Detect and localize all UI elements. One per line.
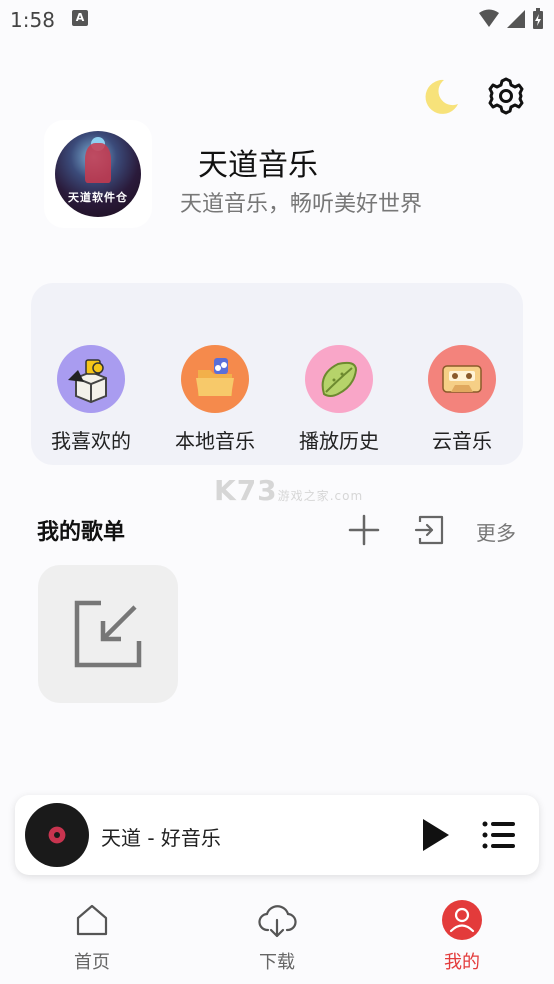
- status-time: 1:58: [10, 8, 55, 32]
- bottom-nav: 首页 下载 我的: [0, 892, 554, 984]
- moon-icon: [425, 79, 458, 114]
- import-playlist-button[interactable]: [412, 512, 448, 548]
- quick-label-cloud-music: 云音乐: [432, 429, 492, 453]
- local-folder-icon: [181, 345, 249, 413]
- play-button[interactable]: [415, 815, 455, 855]
- import-playlist-tile[interactable]: [38, 565, 178, 703]
- nav-label-home: 首页: [74, 952, 110, 973]
- nav-home[interactable]: 首页: [52, 900, 132, 974]
- cassette-icon: [428, 345, 496, 413]
- app-subtitle: 天道音乐，畅听美好世界: [180, 192, 423, 217]
- list-icon: [482, 821, 515, 849]
- plus-icon: [348, 514, 380, 546]
- cloud-download-icon: [257, 900, 297, 940]
- nav-download[interactable]: 下载: [237, 900, 317, 974]
- mini-player[interactable]: 天道 - 好音乐: [15, 795, 539, 875]
- album-disc: [25, 803, 89, 867]
- signal-icon: [507, 10, 525, 28]
- dark-mode-toggle[interactable]: [418, 74, 462, 118]
- avatar-figure-body: [85, 143, 111, 183]
- watermark-sub: 游戏之家: [277, 489, 330, 503]
- app-title: 天道音乐: [198, 148, 318, 183]
- notification-icon: A: [72, 10, 88, 26]
- favorite-box-icon: [57, 345, 125, 413]
- quick-item-history[interactable]: 播放历史: [284, 345, 394, 454]
- quick-item-cloud-music[interactable]: 云音乐: [407, 345, 517, 454]
- home-icon: [72, 900, 112, 940]
- quick-label-history: 播放历史: [299, 429, 379, 453]
- status-bar: 1:58 A: [0, 0, 554, 40]
- avatar-logo-text: 天道软件仓: [68, 191, 128, 204]
- watermark-domain: .com: [329, 489, 364, 503]
- quick-item-favorites[interactable]: 我喜欢的: [36, 345, 146, 454]
- import-arrow-icon: [74, 600, 142, 668]
- add-playlist-button[interactable]: [346, 512, 382, 548]
- settings-button[interactable]: [484, 74, 528, 118]
- play-icon: [423, 819, 449, 851]
- watermark-main: K73: [214, 474, 278, 507]
- watermark: K73游戏之家.com: [214, 474, 363, 507]
- profile-icon: [442, 900, 482, 940]
- gear-icon: [488, 77, 524, 115]
- nav-me[interactable]: 我的: [422, 900, 502, 974]
- playlists-title: 我的歌单: [37, 520, 126, 545]
- nav-label-download: 下载: [259, 952, 295, 973]
- avatar-frame[interactable]: 天道软件仓: [44, 120, 152, 228]
- quick-item-local-music[interactable]: 本地音乐: [160, 345, 270, 454]
- avatar: 天道软件仓: [55, 131, 141, 217]
- quick-label-local-music: 本地音乐: [175, 429, 255, 453]
- quick-label-favorites: 我喜欢的: [51, 429, 131, 453]
- history-leaf-icon: [305, 345, 373, 413]
- battery-icon: [533, 8, 543, 29]
- status-icons: [478, 8, 544, 30]
- wifi-icon: [479, 9, 499, 27]
- import-icon: [414, 515, 444, 545]
- nav-label-me: 我的: [444, 952, 480, 973]
- quick-access-card: 我喜欢的 本地音乐 播放历史 云音乐: [31, 283, 523, 465]
- now-playing-title: 天道 - 好音乐: [101, 826, 221, 850]
- playlist-queue-button[interactable]: [479, 815, 519, 855]
- more-playlists-button[interactable]: 更多: [476, 517, 516, 546]
